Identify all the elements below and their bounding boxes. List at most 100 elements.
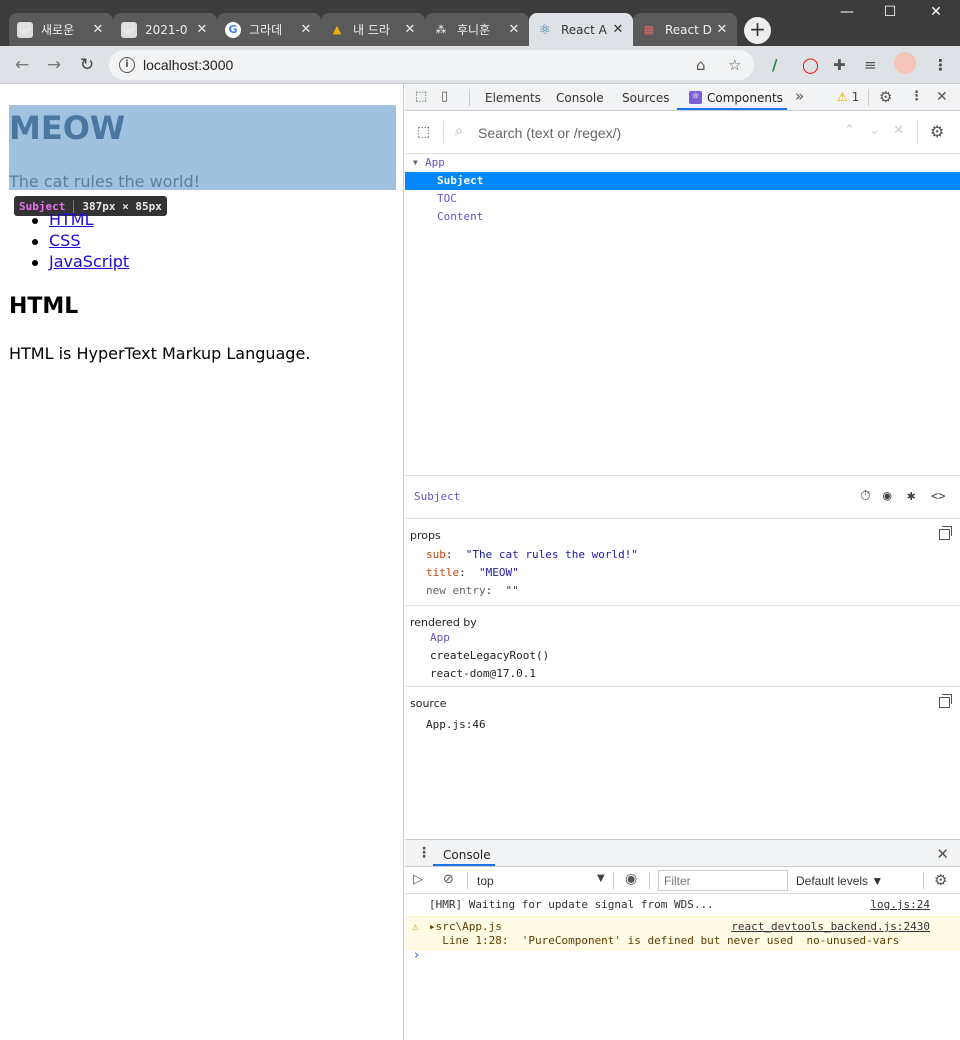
browser-tab-active[interactable]: ⚛ React A ✕ bbox=[529, 13, 633, 46]
prop-value[interactable]: "The cat rules the world!" bbox=[466, 548, 638, 561]
owner-app-link[interactable]: App bbox=[430, 631, 450, 644]
extension-opera-icon[interactable]: ◯ bbox=[802, 56, 819, 74]
inspect-dom-eye-icon[interactable]: ◉ bbox=[883, 488, 891, 504]
search-clear-icon[interactable]: ✕ bbox=[893, 123, 904, 138]
tab-close-icon[interactable]: ✕ bbox=[91, 22, 105, 37]
components-settings-icon[interactable]: ⚙ bbox=[930, 122, 944, 141]
tab-elements[interactable]: Elements bbox=[485, 91, 541, 105]
toc-link-html[interactable]: HTML bbox=[49, 210, 94, 229]
tree-node-app[interactable]: ▼ App bbox=[405, 154, 960, 172]
search-input[interactable]: Search (text or /regex/) bbox=[478, 125, 621, 141]
console-source-link[interactable]: react_devtools_backend.js:2430 bbox=[731, 920, 930, 933]
tree-node-subject[interactable]: Subject bbox=[405, 172, 960, 190]
console-filter-input[interactable]: Filter bbox=[658, 870, 788, 891]
new-prop-row[interactable]: new entry: "" bbox=[426, 584, 519, 602]
media-control-icon[interactable]: ≡ bbox=[864, 56, 877, 74]
tree-node-toc[interactable]: TOC bbox=[405, 190, 960, 208]
forward-icon[interactable]: → bbox=[43, 54, 65, 76]
prop-key[interactable]: new entry bbox=[426, 584, 486, 597]
extension-pen-icon[interactable]: / bbox=[772, 56, 777, 74]
console-source-link[interactable]: log.js:24 bbox=[870, 898, 930, 911]
tab-close-icon[interactable]: ✕ bbox=[403, 22, 417, 37]
prop-row[interactable]: sub: "The cat rules the world!" bbox=[426, 548, 638, 566]
settings-gear-icon[interactable]: ⚙ bbox=[879, 88, 892, 106]
inspect-element-icon[interactable]: ⬚ bbox=[415, 89, 427, 104]
tab-title: 새로운 bbox=[41, 23, 75, 37]
prop-value[interactable]: "" bbox=[505, 584, 518, 597]
tab-close-icon[interactable]: ✕ bbox=[611, 22, 625, 37]
device-toolbar-icon[interactable]: ▯ bbox=[441, 89, 448, 104]
console-drawer: ⋮ Console ✕ ▷ ⊘ top ▼ ◉ Filter Default l… bbox=[405, 839, 960, 1040]
tab-close-icon[interactable]: ✕ bbox=[195, 22, 209, 37]
context-selector[interactable]: top bbox=[477, 874, 494, 888]
console-warning-file[interactable]: ▸src\App.js bbox=[429, 920, 502, 933]
source-location[interactable]: App.js:46 bbox=[426, 718, 486, 731]
reload-icon[interactable]: ↻ bbox=[76, 54, 98, 76]
live-expression-eye-icon[interactable]: ◉ bbox=[625, 871, 637, 887]
toc-link-javascript[interactable]: JavaScript bbox=[49, 252, 129, 271]
console-prompt[interactable]: › bbox=[414, 948, 419, 963]
more-tabs-icon[interactable]: » bbox=[795, 87, 804, 105]
translate-icon[interactable]: ⌂ bbox=[696, 56, 706, 74]
back-icon[interactable]: ← bbox=[11, 54, 33, 76]
tab-close-icon[interactable]: ✕ bbox=[507, 22, 521, 37]
console-message-text: [HMR] Waiting for update signal from WDS… bbox=[429, 898, 714, 911]
log-bug-icon[interactable]: ✱ bbox=[907, 488, 915, 504]
browser-tab[interactable]: 😺 2021-0 ✕ bbox=[113, 13, 217, 46]
drawer-tab-console[interactable]: Console bbox=[443, 848, 491, 862]
tree-node-label: Subject bbox=[437, 174, 484, 187]
new-tab-button[interactable]: + bbox=[744, 17, 771, 44]
drawer-menu-icon[interactable]: ⋮ bbox=[417, 845, 431, 861]
suspend-timer-icon[interactable]: ⏱ bbox=[860, 488, 871, 504]
site-info-icon[interactable]: i bbox=[119, 57, 135, 73]
rendered-by-heading: rendered by bbox=[410, 616, 477, 629]
bookmark-star-icon[interactable]: ☆ bbox=[728, 56, 741, 74]
browser-tab[interactable]: 😺 새로운 ✕ bbox=[9, 13, 113, 46]
console-settings-icon[interactable]: ⚙ bbox=[934, 871, 947, 889]
tab-title: 후니훈 bbox=[457, 23, 491, 37]
tree-node-content[interactable]: Content bbox=[405, 208, 960, 226]
toc-item: CSS bbox=[31, 231, 129, 252]
show-sidebar-icon[interactable]: ▷ bbox=[413, 872, 423, 887]
tree-node-label: App bbox=[425, 156, 445, 169]
tab-title: React A bbox=[561, 22, 607, 37]
react-components-icon: ⚛ bbox=[689, 91, 702, 104]
clear-console-icon[interactable]: ⊘ bbox=[443, 872, 454, 887]
copy-props-icon[interactable] bbox=[939, 526, 952, 540]
address-bar[interactable]: i localhost:3000 ⌂ ☆ bbox=[109, 50, 754, 80]
profile-avatar[interactable] bbox=[894, 52, 916, 74]
copy-source-icon[interactable] bbox=[939, 694, 952, 708]
tab-sources[interactable]: Sources bbox=[622, 91, 669, 105]
tab-components[interactable]: Components bbox=[707, 91, 783, 105]
prop-row[interactable]: title: "MEOW" bbox=[426, 566, 519, 584]
browser-tab[interactable]: ▦ React D ✕ bbox=[633, 13, 737, 46]
browser-tab[interactable]: ⁂ 후니훈 ✕ bbox=[425, 13, 529, 46]
toc-link-css[interactable]: CSS bbox=[49, 231, 80, 250]
tab-strip: 😺 새로운 ✕ 😺 2021-0 ✕ G 그라데 ✕ ▲ 내 드라 ✕ ⁂ 후니… bbox=[0, 0, 960, 46]
search-prev-icon[interactable]: ⌃ bbox=[844, 123, 855, 138]
window-close-icon[interactable]: ✕ bbox=[921, 4, 951, 24]
browser-tab[interactable]: ▲ 내 드라 ✕ bbox=[321, 13, 425, 46]
page-tagline: The cat rules the world! bbox=[9, 172, 201, 191]
tab-console[interactable]: Console bbox=[556, 91, 604, 105]
search-next-icon[interactable]: ⌄ bbox=[869, 123, 880, 138]
drawer-close-icon[interactable]: ✕ bbox=[936, 845, 949, 863]
expand-caret-icon[interactable]: ▼ bbox=[413, 154, 418, 172]
extensions-puzzle-icon[interactable]: ✚ bbox=[833, 56, 846, 74]
browser-tab[interactable]: G 그라데 ✕ bbox=[217, 13, 321, 46]
url-text[interactable]: localhost:3000 bbox=[143, 57, 233, 73]
log-levels-dropdown[interactable]: Default levels ▼ bbox=[796, 874, 883, 888]
devtools-close-icon[interactable]: ✕ bbox=[936, 89, 948, 105]
minimize-icon[interactable]: — bbox=[832, 4, 862, 24]
tab-close-icon[interactable]: ✕ bbox=[715, 22, 729, 37]
warnings-badge[interactable]: ⚠ 1 bbox=[837, 90, 859, 104]
maximize-icon[interactable]: ☐ bbox=[875, 4, 905, 24]
select-component-icon[interactable]: ⬚ bbox=[417, 124, 430, 140]
context-dropdown-icon[interactable]: ▼ bbox=[597, 873, 605, 884]
prop-value[interactable]: "MEOW" bbox=[479, 566, 519, 579]
devtools-panel: ⬚ ▯ Elements Console Sources ⚛ Component… bbox=[405, 84, 960, 1040]
tab-close-icon[interactable]: ✕ bbox=[299, 22, 313, 37]
devtools-menu-icon[interactable]: ⋮ bbox=[910, 89, 923, 104]
browser-menu-icon[interactable]: ⋮ bbox=[933, 56, 948, 74]
view-source-icon[interactable]: <> bbox=[931, 489, 945, 503]
